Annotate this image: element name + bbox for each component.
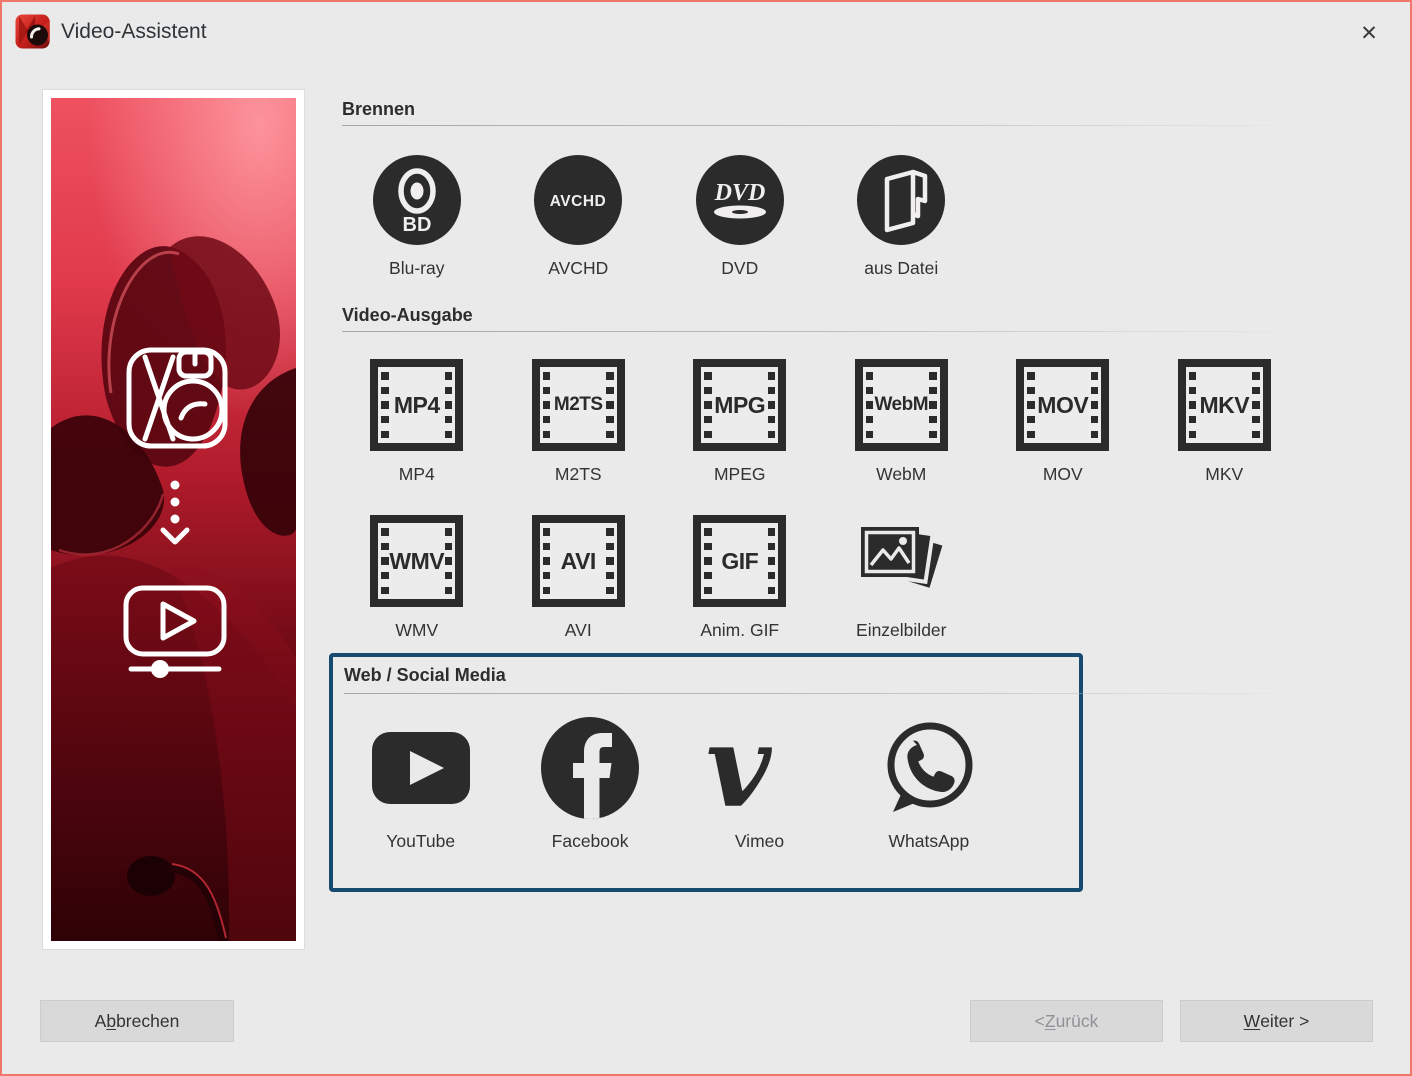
btn-text: urück bbox=[1056, 1011, 1099, 1032]
filmstrip-icon: GIF bbox=[693, 515, 786, 607]
option-label: WhatsApp bbox=[889, 831, 970, 852]
burn-options-row: BD Blu-ray AVCHD AVCHD DVD DVD bbox=[336, 155, 982, 279]
filmstrip-icon: M2TS bbox=[532, 359, 625, 451]
option-facebook[interactable]: Facebook bbox=[505, 718, 674, 852]
option-mp4[interactable]: MP4 MP4 bbox=[336, 359, 498, 485]
option-vimeo[interactable]: v Vimeo bbox=[675, 718, 844, 852]
filmstrip-icon: WMV bbox=[370, 515, 463, 607]
option-label: MPEG bbox=[714, 464, 766, 485]
filmstrip-icon: AVI bbox=[532, 515, 625, 607]
option-label: WMV bbox=[395, 620, 438, 641]
svg-text:AVCHD: AVCHD bbox=[550, 193, 606, 210]
bluray-disc-icon: BD bbox=[373, 155, 461, 245]
video-assistant-dialog: Video-Assistent ✕ bbox=[0, 0, 1412, 1076]
arrow-down-dots-icon bbox=[171, 481, 180, 524]
section-title-video-output: Video-Ausgabe bbox=[342, 305, 473, 326]
filmstrip-icon: MKV bbox=[1178, 359, 1271, 451]
btn-text: < bbox=[1035, 1011, 1045, 1032]
filmstrip-icon: MP4 bbox=[370, 359, 463, 451]
option-label: DVD bbox=[721, 258, 758, 279]
section-rule-web bbox=[344, 693, 1394, 694]
svg-text:DVD: DVD bbox=[713, 180, 765, 206]
youtube-icon bbox=[371, 718, 471, 818]
option-dvd[interactable]: DVD DVD bbox=[659, 155, 821, 279]
cancel-button[interactable]: Abbrechen bbox=[40, 1000, 234, 1042]
option-avchd[interactable]: AVCHD AVCHD bbox=[498, 155, 660, 279]
option-whatsapp[interactable]: WhatsApp bbox=[844, 718, 1013, 852]
window-title: Video-Assistent bbox=[61, 20, 207, 44]
filmstrip-icon: WebM bbox=[855, 359, 948, 451]
option-label: MKV bbox=[1205, 464, 1243, 485]
video-output-row-2: WMV WMV AVI AVI GIF Anim. GIF bbox=[336, 515, 982, 641]
svg-text:BD: BD bbox=[402, 214, 431, 236]
btn-accel: W bbox=[1244, 1011, 1261, 1032]
dvd-disc-icon: DVD bbox=[696, 155, 784, 245]
option-label: M2TS bbox=[555, 464, 602, 485]
btn-accel: b bbox=[106, 1011, 116, 1032]
photo-stack-icon bbox=[851, 515, 951, 607]
filmstrip-icon: MOV bbox=[1016, 359, 1109, 451]
whatsapp-icon bbox=[879, 718, 979, 818]
facebook-icon bbox=[540, 716, 640, 820]
btn-text: A bbox=[95, 1011, 107, 1032]
next-button[interactable]: Weiter > bbox=[1180, 1000, 1373, 1042]
section-title-web: Web / Social Media bbox=[344, 665, 506, 686]
titlebar: Video-Assistent ✕ bbox=[2, 2, 1410, 64]
flower-preview-image bbox=[51, 98, 296, 941]
option-label: WebM bbox=[876, 464, 926, 485]
web-options-row: YouTube Facebook v Vimeo bbox=[336, 718, 1014, 852]
option-mpeg[interactable]: MPG MPEG bbox=[659, 359, 821, 485]
video-output-row-1: MP4 MP4 M2TS M2TS MPG MPEG WebM bbox=[336, 359, 1305, 485]
option-label: Anim. GIF bbox=[700, 620, 779, 641]
option-label: Blu-ray bbox=[389, 258, 444, 279]
option-blu-ray[interactable]: BD Blu-ray bbox=[336, 155, 498, 279]
option-label: Vimeo bbox=[735, 831, 784, 852]
option-label: AVCHD bbox=[548, 258, 608, 279]
option-mov[interactable]: MOV MOV bbox=[982, 359, 1144, 485]
section-rule-burn bbox=[342, 125, 1394, 126]
option-single-images[interactable]: Einzelbilder bbox=[821, 515, 983, 641]
option-youtube[interactable]: YouTube bbox=[336, 718, 505, 852]
option-wmv[interactable]: WMV WMV bbox=[336, 515, 498, 641]
back-button[interactable]: < Zurück bbox=[970, 1000, 1163, 1042]
option-mkv[interactable]: MKV MKV bbox=[1144, 359, 1306, 485]
avchd-disc-icon: AVCHD bbox=[534, 155, 622, 245]
vimeo-icon: v bbox=[704, 718, 814, 818]
option-m2ts[interactable]: M2TS M2TS bbox=[498, 359, 660, 485]
section-title-burn: Brennen bbox=[342, 99, 415, 120]
close-icon[interactable]: ✕ bbox=[1354, 18, 1384, 48]
option-avi[interactable]: AVI AVI bbox=[498, 515, 660, 641]
btn-text: eiter > bbox=[1260, 1011, 1309, 1032]
filmstrip-icon: MPG bbox=[693, 359, 786, 451]
btn-accel: Z bbox=[1045, 1011, 1056, 1032]
option-label: MP4 bbox=[399, 464, 435, 485]
wizard-preview-panel bbox=[42, 89, 305, 950]
btn-text: brechen bbox=[116, 1011, 179, 1032]
option-label: Einzelbilder bbox=[856, 620, 946, 641]
app-logo-icon bbox=[15, 14, 50, 49]
option-burn-from-file[interactable]: aus Datei bbox=[821, 155, 983, 279]
option-label: aus Datei bbox=[864, 258, 938, 279]
svg-text:v: v bbox=[706, 718, 773, 818]
option-label: AVI bbox=[565, 620, 592, 641]
option-label: Facebook bbox=[552, 831, 629, 852]
option-label: YouTube bbox=[386, 831, 455, 852]
option-anim-gif[interactable]: GIF Anim. GIF bbox=[659, 515, 821, 641]
disc-from-file-icon bbox=[857, 155, 945, 245]
option-label: MOV bbox=[1043, 464, 1083, 485]
option-webm[interactable]: WebM WebM bbox=[821, 359, 983, 485]
section-rule-video-output bbox=[342, 331, 1394, 332]
